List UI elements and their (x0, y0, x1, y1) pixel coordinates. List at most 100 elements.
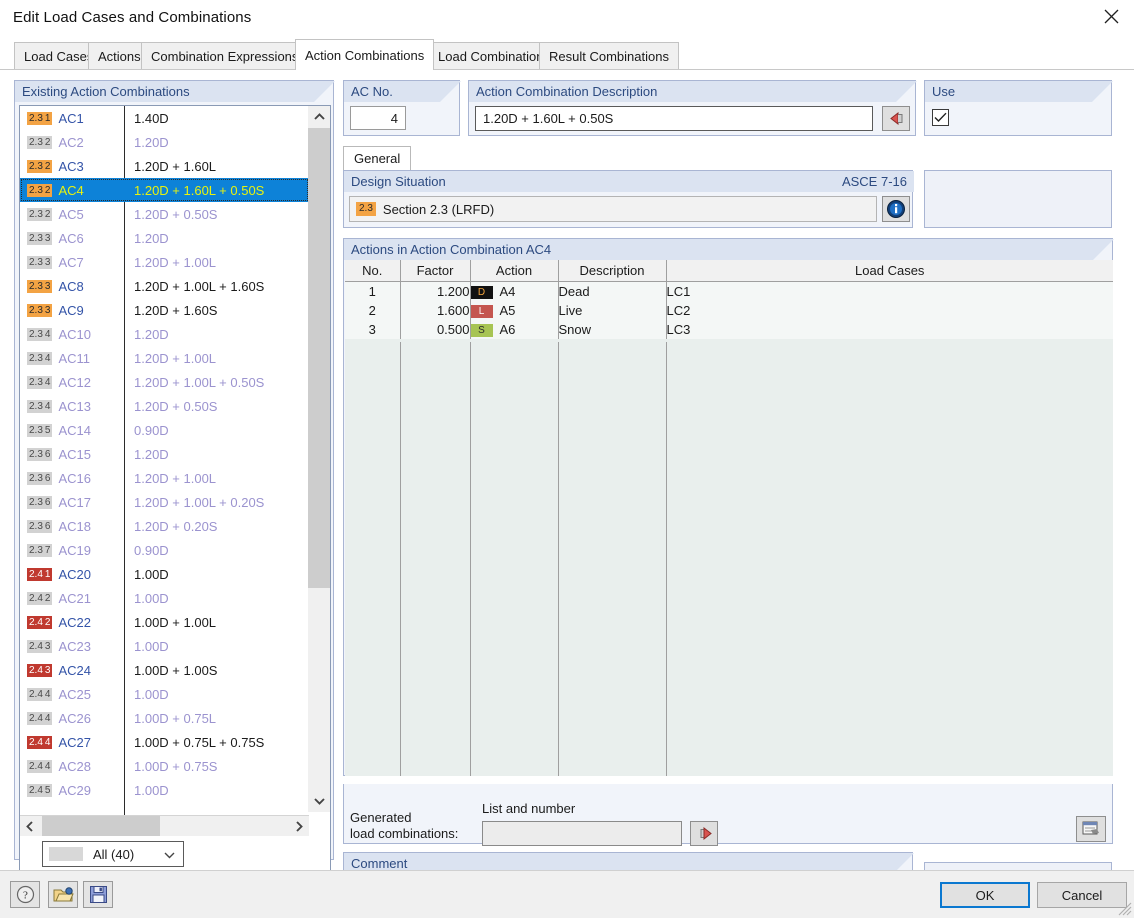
resize-grip-icon[interactable] (1118, 902, 1132, 916)
cell-no[interactable]: 3 (345, 320, 401, 339)
section-badge-code: 2.4 (27, 711, 44, 725)
tab-action-combinations[interactable]: Action Combinations (295, 39, 435, 70)
info-icon[interactable] (882, 196, 910, 222)
action-combination-row[interactable]: 2.3 3 AC6 1.20D (20, 226, 309, 250)
column-header-description[interactable]: Description (558, 260, 667, 282)
list-horizontal-scrollbar[interactable] (20, 815, 309, 836)
section-badge: 2.3 4 (27, 351, 53, 365)
grid-line (470, 342, 471, 776)
chevron-left-icon[interactable] (20, 816, 40, 836)
chevron-up-icon[interactable] (308, 106, 330, 128)
table-settings-icon[interactable] (1076, 816, 1106, 842)
action-combination-name: AC17 (58, 494, 91, 510)
action-combination-row[interactable]: 2.3 6 AC18 1.20D + 0.20S (20, 514, 309, 538)
cell-factor[interactable]: 1.600 (400, 301, 471, 320)
chevron-down-icon[interactable] (164, 847, 175, 862)
cell-action[interactable]: D A4 (470, 281, 559, 301)
cell-action[interactable]: L A5 (470, 301, 559, 320)
action-combination-row[interactable]: 2.4 4 AC28 1.00D + 0.75S (20, 754, 309, 778)
chevron-down-icon[interactable] (308, 790, 330, 812)
chevron-right-icon[interactable] (289, 816, 309, 836)
section-badge: 2.3 2 (27, 207, 53, 221)
use-checkbox[interactable] (932, 109, 949, 126)
column-header-load-cases[interactable]: Load Cases (666, 260, 1113, 282)
help-icon[interactable]: ? (10, 881, 40, 908)
cell-load-cases[interactable]: LC2 (666, 301, 1113, 320)
action-combination-row[interactable]: 2.4 3 AC24 1.00D + 1.00S (20, 658, 309, 682)
action-combination-row[interactable]: 2.4 2 AC21 1.00D (20, 586, 309, 610)
cell-description[interactable]: Dead (558, 281, 667, 301)
action-combination-row[interactable]: 2.4 4 AC26 1.00D + 0.75L (20, 706, 309, 730)
cancel-button[interactable]: Cancel (1037, 882, 1127, 908)
save-icon[interactable] (83, 881, 113, 908)
tab-combination-expressions[interactable]: Combination Expressions (141, 42, 309, 69)
action-combination-row[interactable]: 2.3 4 AC13 1.20D + 0.50S (20, 394, 309, 418)
red-arrow-right-icon[interactable] (690, 821, 718, 846)
action-combination-row[interactable]: 2.3 1 AC1 1.40D (20, 106, 309, 130)
close-icon[interactable] (1088, 0, 1134, 32)
action-combination-row[interactable]: 2.3 2 AC3 1.20D + 1.60L (20, 154, 309, 178)
cell-description[interactable]: Snow (558, 320, 667, 339)
action-combination-row[interactable]: 2.3 6 AC15 1.20D (20, 442, 309, 466)
cell-factor[interactable]: 0.500 (400, 320, 471, 339)
list-and-number-input[interactable] (482, 821, 682, 846)
column-header-no[interactable]: No. (345, 260, 401, 282)
cell-load-cases[interactable]: LC1 (666, 281, 1113, 301)
action-combination-row[interactable]: 2.3 3 AC7 1.20D + 1.00L (20, 250, 309, 274)
back-arrow-icon[interactable] (882, 106, 910, 131)
action-combination-row[interactable]: 2.4 3 AC23 1.00D (20, 634, 309, 658)
cell-no[interactable]: 2 (345, 301, 401, 320)
scrollbar-thumb-horizontal[interactable] (42, 816, 160, 836)
actions-table-row[interactable]: 3 0.500 S A6 Snow LC3 (345, 320, 1113, 339)
tab-result-combinations[interactable]: Result Combinations (539, 42, 679, 69)
action-combination-row[interactable]: 2.3 6 AC17 1.20D + 1.00L + 0.20S (20, 490, 309, 514)
description-input[interactable]: 1.20D + 1.60L + 0.50S (475, 106, 873, 131)
action-combinations-list[interactable]: 2.3 1 AC1 1.40D 2.3 2 AC2 1.20D 2.3 2 AC3 1.20D + 1… (19, 105, 331, 873)
ac-no-input[interactable]: 4 (350, 106, 406, 130)
scrollbar-thumb-vertical[interactable] (308, 128, 330, 588)
action-combination-row[interactable]: 2.4 2 AC22 1.00D + 1.00L (20, 610, 309, 634)
cell-load-cases[interactable]: LC3 (666, 320, 1113, 339)
subtab-general[interactable]: General (343, 146, 412, 170)
action-combination-row[interactable]: 2.3 2 AC2 1.20D (20, 130, 309, 154)
action-combination-row[interactable]: 2.4 4 AC27 1.00D + 0.75L + 0.75S (20, 730, 309, 754)
ok-button[interactable]: OK (940, 882, 1030, 908)
action-combination-expression: 1.20D + 0.20S (134, 518, 218, 534)
section-badge-code: 2.3 (27, 111, 44, 125)
action-combination-row[interactable]: 2.3 5 AC14 0.90D (20, 418, 309, 442)
section-badge-code: 2.3 (27, 447, 44, 461)
section-badge-index: 3 (43, 303, 53, 317)
actions-table-row[interactable]: 2 1.600 L A5 Live LC2 (345, 301, 1113, 320)
cell-description[interactable]: Live (558, 301, 667, 320)
action-combination-row[interactable]: 2.4 5 AC29 1.00D (20, 778, 309, 802)
action-combination-row[interactable]: 2.3 6 AC16 1.20D + 1.00L (20, 466, 309, 490)
column-header-factor[interactable]: Factor (400, 260, 471, 282)
action-combination-row[interactable]: 2.3 3 AC9 1.20D + 1.60S (20, 298, 309, 322)
window-title: Edit Load Cases and Combinations (13, 9, 252, 26)
action-combination-row[interactable]: 2.3 4 AC11 1.20D + 1.00L (20, 346, 309, 370)
column-header-action[interactable]: Action (470, 260, 559, 282)
design-situation-group: Design Situation ASCE 7-16 2.3 Section 2… (343, 170, 914, 228)
cell-no[interactable]: 1 (345, 281, 401, 301)
list-filter-dropdown[interactable]: All (40) (42, 841, 184, 867)
action-combination-row[interactable]: 2.3 4 AC12 1.20D + 1.00L + 0.50S (20, 370, 309, 394)
folder-open-icon[interactable] (48, 881, 78, 908)
action-combination-row[interactable]: 2.4 4 AC25 1.00D (20, 682, 309, 706)
action-combination-row[interactable]: 2.3 3 AC8 1.20D + 1.00L + 1.60S (20, 274, 309, 298)
action-combination-row[interactable]: 2.3 2 AC4 1.20D + 1.60L + 0.50S (20, 178, 309, 202)
design-situation-field[interactable]: 2.3 Section 2.3 (LRFD) (349, 196, 877, 222)
action-combination-row[interactable]: 2.3 4 AC10 1.20D (20, 322, 309, 346)
actions-table-row[interactable]: 1 1.200 D A4 Dead LC1 (345, 281, 1113, 301)
design-situation-value: Section 2.3 (LRFD) (382, 201, 495, 217)
action-combination-row[interactable]: 2.3 7 AC19 0.90D (20, 538, 309, 562)
cell-action[interactable]: S A6 (470, 320, 559, 339)
actions-table-header-row: No. Factor Action Description Load Cases (345, 260, 1113, 282)
action-combination-name: AC26 (58, 710, 91, 726)
section-badge: 2.4 5 (27, 783, 53, 797)
cell-factor[interactable]: 1.200 (400, 281, 471, 301)
action-combination-row[interactable]: 2.4 1 AC20 1.00D (20, 562, 309, 586)
design-situation-side-panel (924, 170, 1112, 228)
action-combination-row[interactable]: 2.3 2 AC5 1.20D + 0.50S (20, 202, 309, 226)
list-vertical-scrollbar[interactable] (308, 106, 330, 812)
section-badge-index: 2 (43, 159, 53, 173)
